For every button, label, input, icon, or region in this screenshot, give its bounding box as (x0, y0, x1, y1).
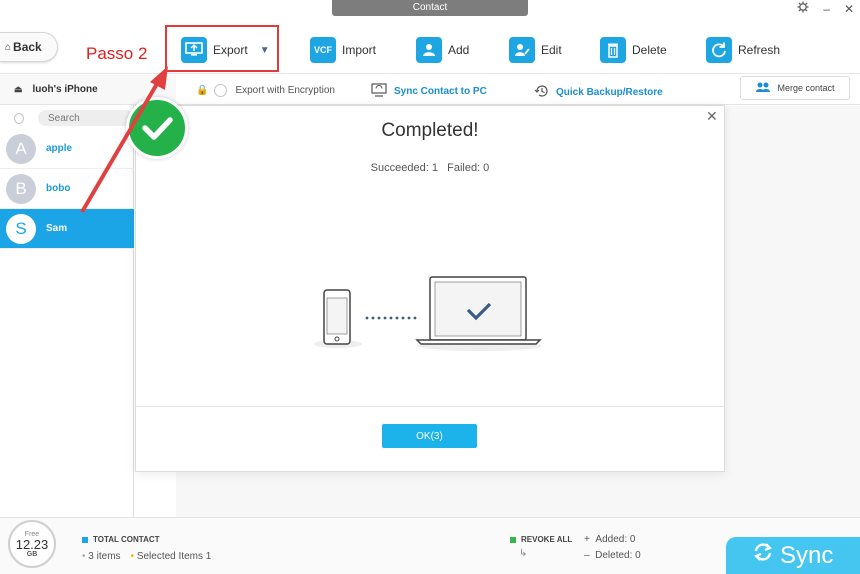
items-count: • 3 items (82, 551, 121, 562)
sync-to-pc-link[interactable]: Sync Contact to PC (370, 83, 487, 100)
dialog-title: Completed! (381, 120, 479, 141)
select-all-checkbox[interactable] (14, 112, 24, 124)
minimize-icon[interactable]: – (823, 2, 830, 16)
sync-button[interactable]: Sync (726, 537, 860, 574)
avatar: A (6, 133, 36, 164)
green-square-icon (510, 536, 516, 543)
trash-icon (600, 37, 626, 63)
computer-sync-icon (370, 83, 388, 100)
close-window-icon[interactable]: ✕ (844, 2, 854, 16)
edit-contact-icon (509, 37, 535, 63)
contact-name: bobo (46, 183, 71, 194)
storage-indicator: Free 12.23 GB (8, 520, 56, 568)
avatar: B (6, 173, 36, 204)
revoke-arrow-icon: ↳ (519, 548, 528, 559)
blue-square-icon (82, 536, 88, 543)
encryption-checkbox[interactable] (214, 84, 228, 97)
contact-name: apple (46, 143, 73, 154)
quick-backup-link[interactable]: Quick Backup/Restore (534, 83, 663, 102)
device-name: luoh's iPhone (32, 84, 98, 95)
add-label: Add (448, 43, 470, 57)
refresh-icon (706, 37, 732, 63)
total-contact-label: TOTAL CONTACT (93, 535, 160, 544)
chevron-down-icon[interactable]: ▼ (260, 45, 270, 56)
merge-users-icon (755, 81, 771, 95)
success-check-icon (126, 97, 188, 159)
delete-label: Delete (632, 43, 667, 57)
contact-counts: • 3 items • Selected Items 1 (82, 551, 211, 562)
back-label: Back (13, 40, 42, 54)
deleted-count: – Deleted: 0 (584, 550, 641, 561)
search-row (0, 108, 134, 128)
import-label: Import (342, 43, 377, 57)
encryption-label: Export with Encryption (235, 85, 335, 96)
sync-label: Sync (780, 541, 834, 569)
export-icon (181, 37, 207, 63)
window-title: Contact (332, 0, 528, 16)
sync-icon (752, 541, 774, 570)
revoke-all-label: REVOKE ALL (521, 535, 573, 544)
home-icon: ⌂ (5, 41, 12, 53)
quick-backup-label: Quick Backup/Restore (556, 87, 663, 98)
import-button[interactable]: VCF Import (310, 37, 376, 63)
clock-restore-icon (534, 83, 550, 102)
revoke-all-button[interactable]: REVOKE ALL (510, 535, 572, 544)
add-contact-icon (416, 37, 442, 63)
storage-unit: GB (26, 550, 38, 558)
merge-contact-button[interactable]: Merge contact (740, 76, 850, 100)
back-button[interactable]: ⌂ Back (0, 32, 58, 62)
export-encryption-option[interactable]: 🔒 Export with Encryption (196, 84, 335, 97)
transfer-illustration (314, 276, 542, 351)
search-input[interactable] (38, 110, 134, 126)
contact-name: Sam (46, 223, 68, 234)
delete-button[interactable]: Delete (600, 37, 667, 63)
storage-value: 12.23 (15, 536, 49, 552)
step-annotation: Passo 2 (86, 44, 148, 63)
lock-icon: 🔒 (196, 85, 209, 96)
merge-label: Merge contact (777, 83, 835, 93)
window-controls: – ✕ (797, 1, 854, 16)
sync-to-pc-label: Sync Contact to PC (394, 86, 487, 97)
contact-item[interactable]: A apple (0, 129, 134, 169)
transfer-dots (365, 316, 417, 320)
ok-button[interactable]: OK(3) (382, 424, 477, 448)
refresh-label: Refresh (738, 43, 781, 57)
avatar: S (6, 213, 36, 244)
settings-icon[interactable] (797, 1, 809, 16)
total-contact-heading: TOTAL CONTACT (82, 535, 160, 544)
selected-count: • Selected Items 1 (130, 551, 212, 562)
export-label: Export (213, 43, 248, 57)
vcf-import-icon: VCF (310, 37, 336, 63)
eject-icon[interactable]: ⏏ (14, 84, 23, 95)
dialog-divider (135, 406, 725, 407)
dialog-stats: Succeeded: 1 Failed: 0 (370, 162, 490, 174)
export-button[interactable]: Export ▼ (181, 37, 270, 63)
added-count: + Added: 0 (584, 534, 636, 545)
contact-item[interactable]: B bobo (0, 169, 134, 209)
edit-label: Edit (541, 43, 562, 57)
edit-button[interactable]: Edit (509, 37, 562, 63)
contact-item-selected[interactable]: S Sam (0, 209, 134, 249)
refresh-button[interactable]: Refresh (706, 37, 780, 63)
add-button[interactable]: Add (416, 37, 469, 63)
